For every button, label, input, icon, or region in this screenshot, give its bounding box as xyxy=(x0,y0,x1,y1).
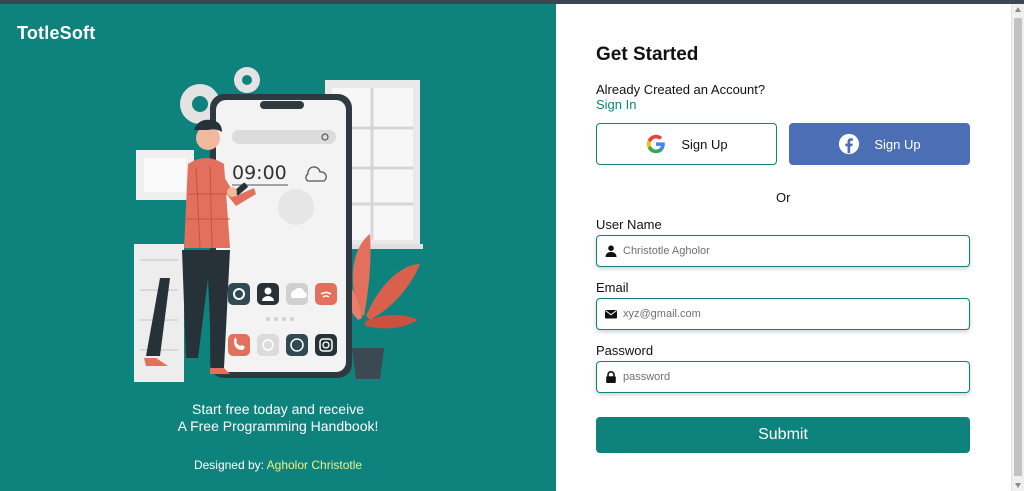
username-label: User Name xyxy=(596,217,662,232)
submit-button[interactable]: Submit xyxy=(596,417,970,453)
google-signup-button[interactable]: Sign Up xyxy=(596,123,777,165)
email-field-wrapper[interactable] xyxy=(596,298,970,330)
scroll-down-arrow-icon[interactable] xyxy=(1015,483,1021,488)
envelope-icon xyxy=(605,310,617,319)
signup-form-panel: Get Started Already Created an Account? … xyxy=(556,4,1011,491)
or-divider: Or xyxy=(776,190,791,205)
tagline-line-2: A Free Programming Handbook! xyxy=(177,418,379,434)
username-input[interactable] xyxy=(623,245,963,257)
google-signup-label: Sign Up xyxy=(681,136,728,152)
username-field-wrapper[interactable] xyxy=(596,235,970,267)
facebook-signup-button[interactable]: Sign Up xyxy=(789,123,970,165)
lock-icon xyxy=(606,371,616,383)
phone-clock-text: 09:00 xyxy=(232,162,287,184)
password-field-wrapper[interactable] xyxy=(596,361,970,393)
facebook-signup-label: Sign Up xyxy=(874,136,921,152)
google-icon xyxy=(647,134,666,154)
promo-panel: TotleSoft 09:00 Start free today and rec… xyxy=(0,4,556,491)
facebook-icon xyxy=(839,133,860,155)
email-label: Email xyxy=(596,280,629,295)
user-icon xyxy=(605,245,617,257)
credit-author-link[interactable]: Agholor Christotle xyxy=(267,458,362,472)
credit-prefix: Designed by: xyxy=(193,458,267,472)
password-input[interactable] xyxy=(623,371,963,383)
password-label: Password xyxy=(596,343,654,358)
scrollbar-thumb[interactable] xyxy=(1014,18,1022,476)
scroll-up-arrow-icon[interactable] xyxy=(1015,7,1021,12)
brand-logo[interactable]: TotleSoft xyxy=(17,23,95,44)
email-input[interactable] xyxy=(623,308,963,320)
already-account-text: Already Created an Account? xyxy=(596,82,766,97)
form-title: Get Started xyxy=(596,44,699,65)
sign-in-link[interactable]: Sign In xyxy=(596,97,636,112)
designer-credit: Designed by: Agholor Christotle xyxy=(0,458,556,472)
promo-tagline: Start free today and receive A Free Prog… xyxy=(0,401,556,435)
page-scrollbar[interactable] xyxy=(1011,4,1024,491)
tagline-line-1: Start free today and receive xyxy=(192,401,364,417)
phone-illustration: 09:00 xyxy=(134,67,423,382)
